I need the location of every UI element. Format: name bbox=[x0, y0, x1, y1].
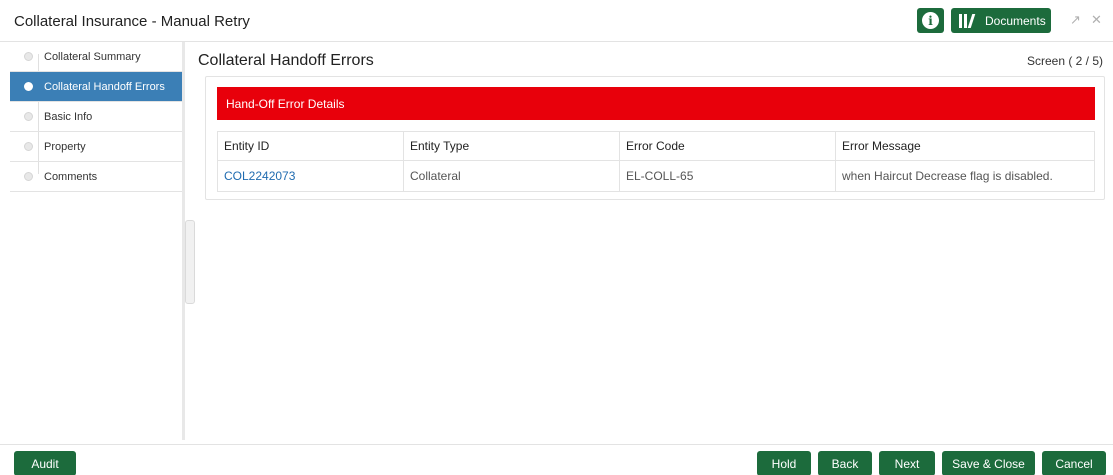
documents-button[interactable]: Documents bbox=[951, 8, 1051, 33]
sidebar-item-label: Collateral Handoff Errors bbox=[44, 80, 165, 93]
panel-header: Hand-Off Error Details bbox=[217, 87, 1095, 120]
page-title: Collateral Handoff Errors bbox=[198, 52, 374, 69]
sidebar-item-label: Property bbox=[44, 140, 86, 153]
entity-type-cell: Collateral bbox=[404, 161, 620, 191]
table-row: COL2242073 Collateral EL-COLL-65 when Ha… bbox=[218, 161, 1094, 191]
step-dot-icon bbox=[24, 82, 33, 91]
back-button[interactable]: Back bbox=[818, 451, 872, 475]
column-header: Error Message bbox=[842, 139, 921, 153]
error-details-panel: Hand-Off Error Details Entity ID Entity … bbox=[205, 76, 1105, 200]
cancel-button[interactable]: Cancel bbox=[1042, 451, 1106, 475]
next-button[interactable]: Next bbox=[879, 451, 935, 475]
error-table: Entity ID Entity Type Error Code Error M… bbox=[217, 131, 1095, 192]
sidebar-item-comments[interactable]: Comments bbox=[10, 162, 182, 192]
info-icon: i bbox=[922, 12, 939, 29]
sidebar-item-label: Collateral Summary bbox=[44, 50, 141, 63]
column-header: Error Code bbox=[620, 132, 836, 160]
step-dot-icon bbox=[24, 112, 33, 121]
library-icon bbox=[959, 13, 979, 28]
sidebar-item-property[interactable]: Property bbox=[10, 132, 182, 162]
footer-bar: Audit Hold Back Next Save & Close Cancel bbox=[0, 444, 1113, 475]
maximize-icon[interactable]: ↗ bbox=[1070, 12, 1081, 28]
step-dot-icon bbox=[24, 172, 33, 181]
column-header: Entity ID bbox=[218, 132, 404, 160]
hold-button[interactable]: Hold bbox=[757, 451, 811, 475]
title-bar: Collateral Insurance - Manual Retry i Do… bbox=[0, 0, 1113, 42]
table-header-row: Entity ID Entity Type Error Code Error M… bbox=[218, 132, 1094, 161]
entity-id-link[interactable]: COL2242073 bbox=[218, 161, 404, 191]
step-navigation: Collateral Summary Collateral Handoff Er… bbox=[10, 42, 182, 440]
screen-counter: Screen ( 2 / 5) bbox=[1026, 54, 1103, 68]
sidebar-item-basic-info[interactable]: Basic Info bbox=[10, 102, 182, 132]
step-dot-icon bbox=[24, 52, 33, 61]
sidebar-item-collateral-handoff-errors[interactable]: Collateral Handoff Errors bbox=[10, 72, 182, 102]
sidebar-item-collateral-summary[interactable]: Collateral Summary bbox=[10, 42, 182, 72]
info-button[interactable]: i bbox=[917, 8, 944, 33]
column-header: Entity Type bbox=[404, 132, 620, 160]
step-dot-icon bbox=[24, 142, 33, 151]
window-title: Collateral Insurance - Manual Retry bbox=[14, 13, 250, 30]
close-icon[interactable]: ✕ bbox=[1091, 12, 1102, 28]
sidebar-item-label: Comments bbox=[44, 170, 98, 183]
sidebar-item-label: Basic Info bbox=[44, 110, 93, 123]
collapse-handle[interactable] bbox=[185, 220, 195, 304]
error-message-cell: when Haircut Decrease flag is disabled. bbox=[842, 169, 1053, 183]
save-close-button[interactable]: Save & Close bbox=[942, 451, 1035, 475]
audit-button[interactable]: Audit bbox=[14, 451, 76, 475]
error-code-cell: EL-COLL-65 bbox=[620, 161, 836, 191]
documents-label: Documents bbox=[985, 13, 1046, 28]
